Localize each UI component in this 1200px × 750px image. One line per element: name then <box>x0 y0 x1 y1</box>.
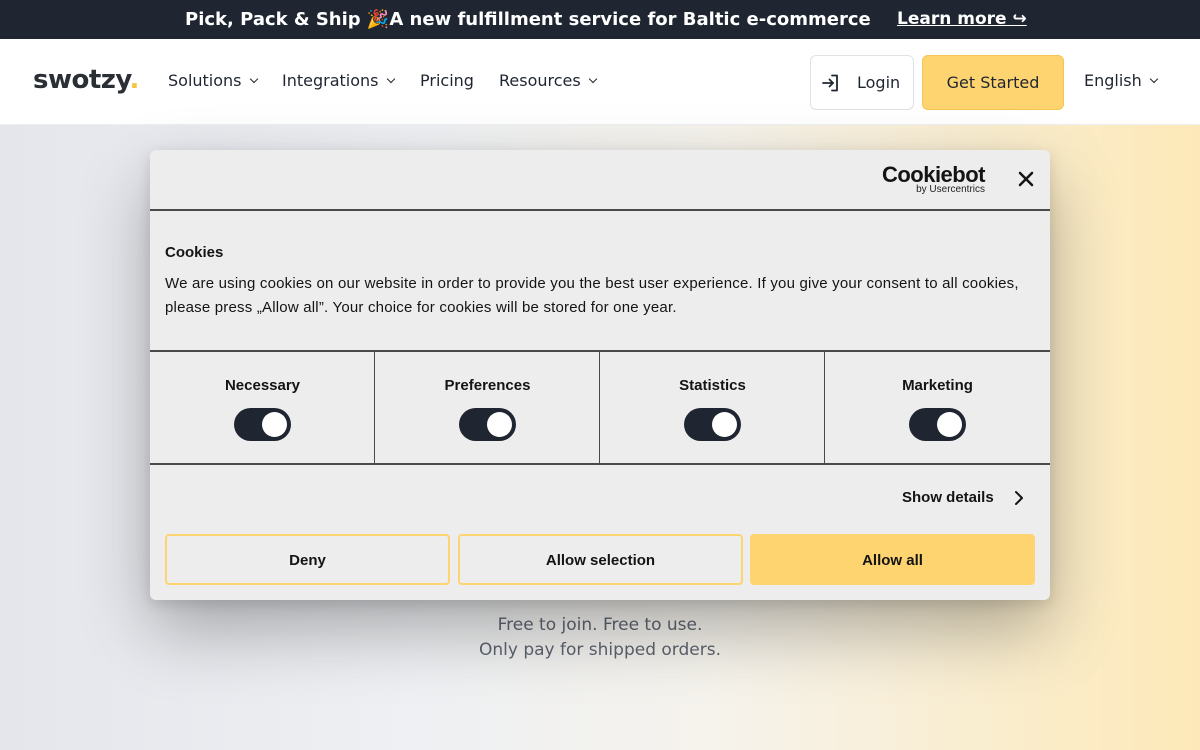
login-label: Login <box>857 73 901 92</box>
nav-solutions-label: Solutions <box>168 71 242 90</box>
nav-pricing[interactable]: Pricing <box>420 71 474 90</box>
nav-integrations-label: Integrations <box>282 71 379 90</box>
marketing-toggle[interactable] <box>909 408 966 441</box>
category-necessary-label: Necessary <box>224 377 301 394</box>
category-statistics-label: Statistics <box>679 377 746 394</box>
category-preferences: Preferences <box>375 351 600 464</box>
logo-text: swotzy <box>33 65 130 95</box>
learn-more-link[interactable]: Learn more ↪ <box>897 9 1027 29</box>
show-details-link[interactable]: Show details <box>902 489 1023 506</box>
toggle-knob <box>937 412 962 437</box>
category-marketing-label: Marketing <box>902 377 973 394</box>
toggle-knob <box>262 412 287 437</box>
chevron-down-icon <box>249 74 258 84</box>
category-preferences-label: Preferences <box>444 377 531 394</box>
main-navbar: swotzy. Solutions Integrations Pricing R… <box>0 39 1200 125</box>
allow-selection-button[interactable]: Allow selection <box>458 534 743 585</box>
divider <box>150 463 1050 465</box>
nav-resources[interactable]: Resources <box>499 71 597 90</box>
nav-solutions[interactable]: Solutions <box>168 71 258 90</box>
nav-resources-label: Resources <box>499 71 581 90</box>
cookiebot-logo: Cookiebot by Usercentrics <box>881 162 986 196</box>
hero-subtitle-line-1: Free to join. Free to use. <box>497 615 703 635</box>
hero-subtitle-line-2: Only pay for shipped orders. <box>479 640 721 660</box>
preferences-toggle[interactable] <box>459 408 516 441</box>
nav-integrations[interactable]: Integrations <box>282 71 395 90</box>
get-started-button[interactable]: Get Started <box>922 55 1064 110</box>
nav-pricing-label: Pricing <box>420 71 474 90</box>
necessary-toggle[interactable] <box>234 408 291 441</box>
allow-all-button[interactable]: Allow all <box>750 534 1035 585</box>
category-marketing: Marketing <box>825 351 1050 464</box>
toggle-knob <box>712 412 737 437</box>
logo[interactable]: swotzy. <box>33 65 139 95</box>
show-details-label: Show details <box>902 489 994 506</box>
language-selector[interactable]: English <box>1084 71 1159 90</box>
chevron-down-icon <box>386 74 395 84</box>
cookie-consent-dialog: Cookiebot by Usercentrics Cookies We are… <box>150 150 1050 600</box>
announcement-bar: Pick, Pack & Ship 🎉A new fulfillment ser… <box>0 0 1200 39</box>
category-statistics: Statistics <box>600 351 825 464</box>
toggle-knob <box>487 412 512 437</box>
language-label: English <box>1084 71 1142 90</box>
chevron-down-icon <box>588 74 597 84</box>
cookie-description: We are using cookies on our website in o… <box>165 275 1019 316</box>
statistics-toggle[interactable] <box>684 408 741 441</box>
deny-button[interactable]: Deny <box>165 534 450 585</box>
login-button[interactable]: Login <box>810 55 914 110</box>
cookiebot-logo-sub: by Usercentrics <box>916 184 985 195</box>
category-necessary: Necessary <box>150 351 375 464</box>
announcement-text: Pick, Pack & Ship 🎉A new fulfillment ser… <box>185 9 871 30</box>
divider <box>150 209 1050 211</box>
close-icon[interactable] <box>1016 169 1036 189</box>
chevron-right-icon <box>1015 491 1023 505</box>
login-icon <box>822 74 838 92</box>
cookie-heading: Cookies <box>165 244 224 261</box>
logo-dot: . <box>129 65 139 95</box>
chevron-down-icon <box>1149 74 1159 84</box>
